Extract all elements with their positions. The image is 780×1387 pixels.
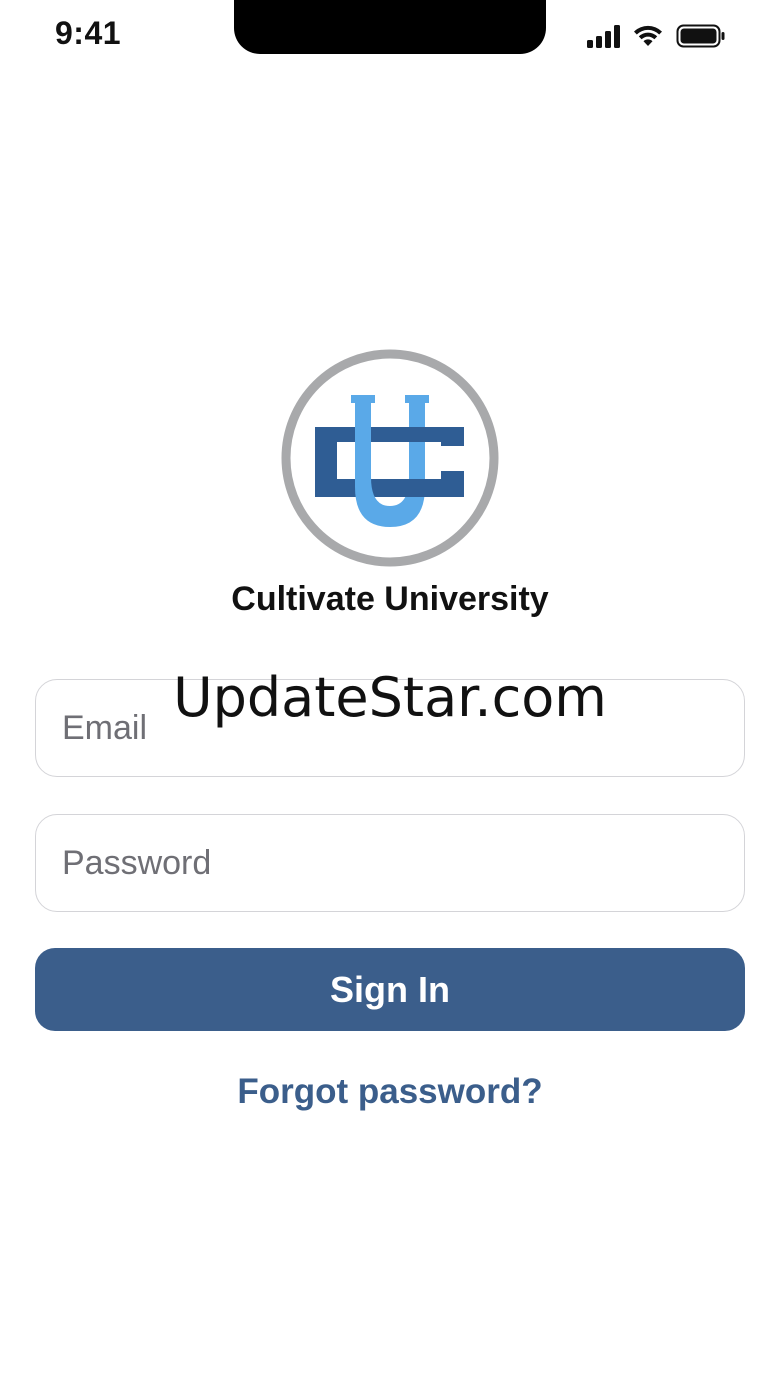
email-field[interactable] (35, 679, 745, 777)
login-screen: 9:41 Cultivate University Email Sign In … (0, 0, 780, 1387)
wifi-icon (632, 24, 664, 48)
cultivate-university-logo (279, 347, 501, 569)
device-notch (234, 0, 546, 54)
signal-icon (587, 24, 620, 48)
forgot-password-link[interactable]: Forgot password? (0, 1072, 780, 1112)
sign-in-button[interactable]: Sign In (35, 948, 745, 1031)
battery-icon (676, 24, 726, 48)
password-field[interactable] (35, 814, 745, 912)
app-name: Cultivate University (231, 580, 549, 618)
status-icons (587, 24, 726, 48)
status-time: 9:41 (55, 15, 122, 51)
